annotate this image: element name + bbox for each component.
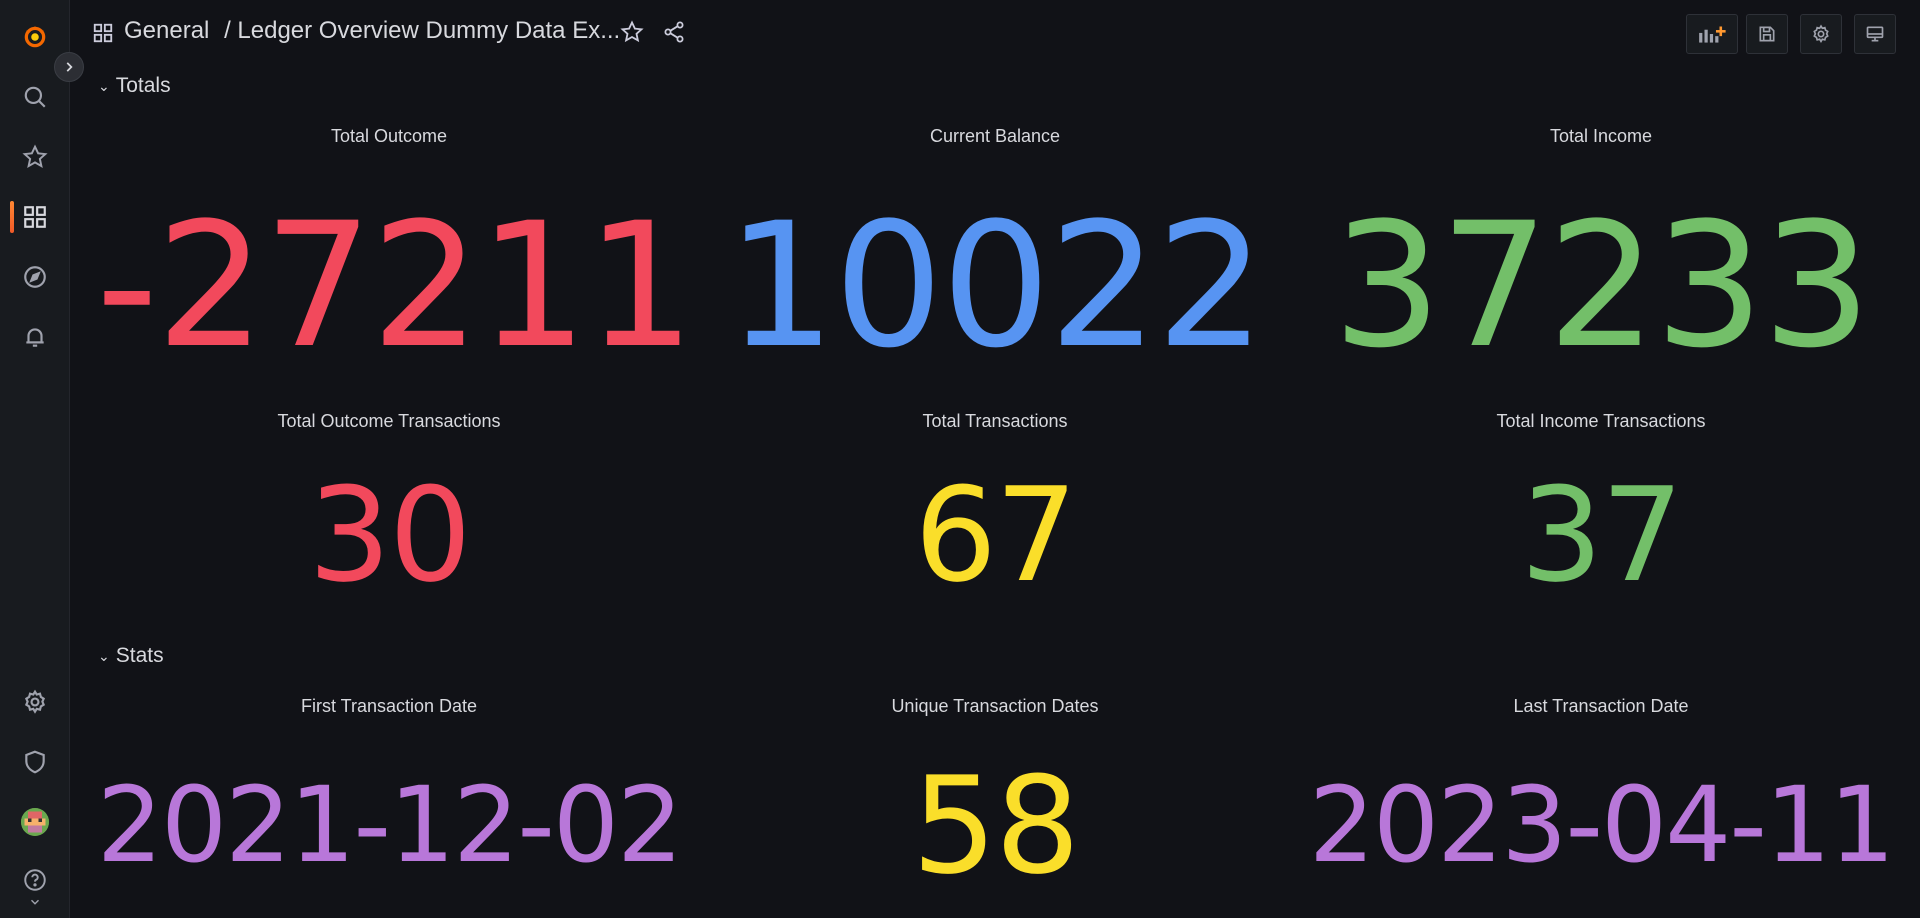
panel-title: Total Income Transactions: [1496, 411, 1706, 431]
row-stats[interactable]: ⌄ Stats: [98, 644, 164, 668]
search-icon[interactable]: [20, 82, 50, 112]
grafana-app: General / Ledger Overview Dummy Data Ex.…: [0, 0, 1920, 918]
stat-value: 2021-12-02: [96, 764, 683, 886]
row-title: Stats: [115, 644, 164, 667]
panel-title: Total Outcome: [330, 126, 448, 146]
row-title: Totals: [115, 74, 171, 97]
breadcrumb-dashboard-title[interactable]: Ledger Overview Dummy Data Ex...: [237, 17, 620, 44]
dashboards-icon[interactable]: [20, 202, 50, 232]
stat-panel-total-income-transactions: Total Income Transactions 37: [1308, 403, 1894, 611]
explore-icon[interactable]: [20, 262, 50, 292]
cycle-view-mode-button[interactable]: [1854, 14, 1896, 54]
stat-panel-total-income: Total Income 37233: [1308, 118, 1894, 386]
stat-value: 58: [911, 748, 1081, 904]
stat-value: -27211: [96, 185, 695, 386]
expand-menu-button[interactable]: [54, 52, 84, 82]
dashboard-nav: General / Ledger Overview Dummy Data Ex.…: [70, 0, 1920, 66]
stat-panel-total-outcome-transactions: Total Outcome Transactions 30: [96, 403, 682, 611]
panel-title: Last Transaction Date: [1513, 696, 1689, 716]
add-panel-icon: [1699, 26, 1726, 43]
stat-panel-last-transaction-date: Last Transaction Date 2023-04-11: [1308, 688, 1895, 913]
monitor-icon: [1866, 26, 1884, 42]
breadcrumb-separator: /: [224, 17, 231, 44]
avatar[interactable]: [21, 808, 49, 836]
star-icon[interactable]: [20, 142, 50, 172]
stat-value: 37233: [1332, 185, 1871, 386]
panel-title: Total Transactions: [922, 411, 1068, 431]
stat-value: 10022: [726, 185, 1265, 386]
chevron-down-icon: ⌄: [98, 77, 110, 94]
shield-icon[interactable]: [20, 747, 50, 777]
panel-title: First Transaction Date: [300, 696, 478, 716]
chevron-down-icon: ⌄: [98, 647, 110, 664]
stat-panel-unique-transaction-dates: Unique Transaction Dates 58: [702, 688, 1288, 913]
panel-title: Total Outcome Transactions: [277, 411, 501, 431]
stat-panel-first-transaction-date: First Transaction Date 2021-12-02: [96, 688, 683, 913]
stat-panel-total-outcome: Total Outcome -27211: [96, 118, 695, 386]
panel-title: Total Income: [1549, 126, 1653, 146]
chevron-down-icon[interactable]: [20, 892, 50, 912]
panel-title: Current Balance: [929, 126, 1061, 146]
panel-title: Unique Transaction Dates: [891, 696, 1099, 716]
dashboard-settings-button[interactable]: [1800, 14, 1842, 54]
save-dashboard-button[interactable]: [1746, 14, 1788, 54]
alerting-icon[interactable]: [20, 322, 50, 352]
gear-icon[interactable]: [20, 687, 50, 717]
help-icon[interactable]: [20, 867, 50, 893]
stat-value: 37: [1520, 459, 1683, 611]
add-panel-button[interactable]: [1686, 14, 1738, 54]
gear-icon: [1813, 24, 1829, 44]
row-totals[interactable]: ⌄ Totals: [98, 74, 171, 98]
stat-value: 30: [308, 459, 471, 611]
side-menu: [0, 0, 70, 918]
star-icon[interactable]: [620, 20, 646, 46]
active-indicator: [10, 201, 14, 233]
breadcrumb: General / Ledger Overview Dummy Data Ex.…: [124, 17, 620, 45]
grafana-logo-icon[interactable]: [20, 22, 50, 52]
share-icon[interactable]: [662, 20, 688, 46]
dashboards-icon: [92, 22, 114, 44]
stat-panel-current-balance: Current Balance 10022: [702, 118, 1288, 386]
stat-value: 67: [914, 459, 1077, 611]
save-icon: [1759, 26, 1775, 42]
breadcrumb-folder[interactable]: General: [124, 17, 209, 44]
stat-panel-total-transactions: Total Transactions 67: [702, 403, 1288, 611]
stat-value: 2023-04-11: [1308, 764, 1895, 886]
